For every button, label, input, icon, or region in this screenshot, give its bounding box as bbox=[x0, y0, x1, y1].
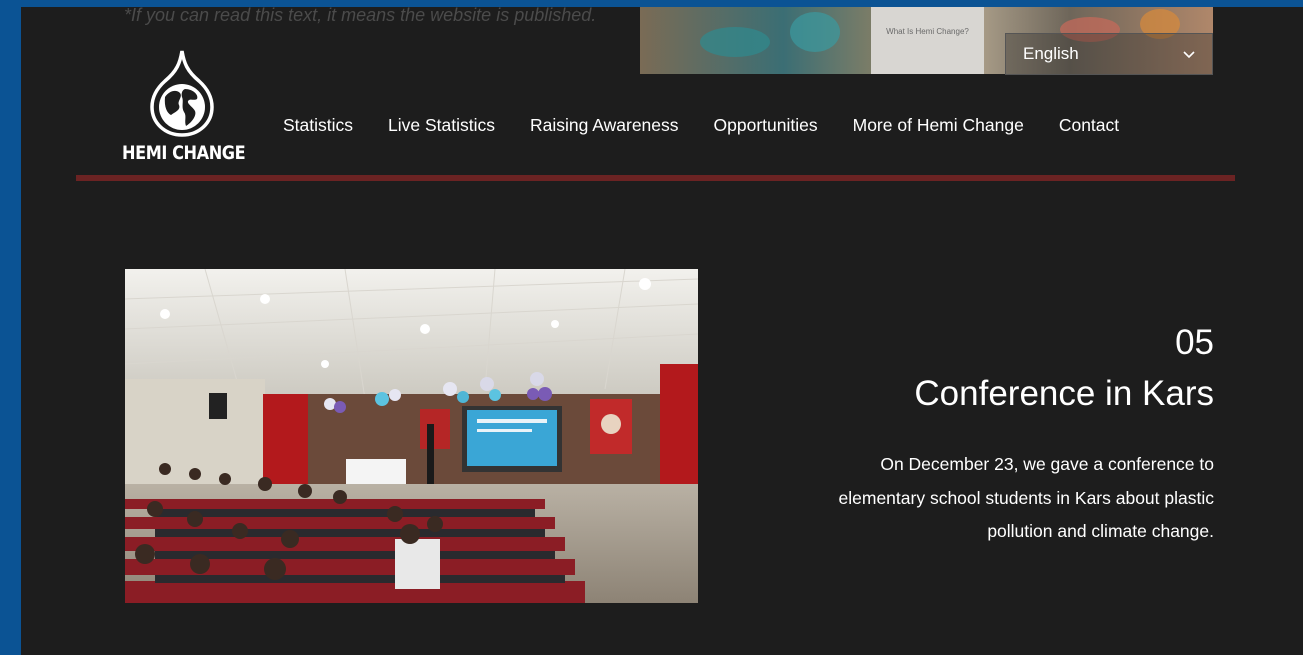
nav-item-live-statistics[interactable]: Live Statistics bbox=[388, 115, 495, 136]
droplet-globe-icon bbox=[150, 50, 214, 137]
main-nav: Statistics Live Statistics Raising Aware… bbox=[283, 115, 1119, 136]
nav-item-contact[interactable]: Contact bbox=[1059, 115, 1119, 136]
banner-card: What Is Hemi Change? bbox=[871, 7, 984, 74]
feature-title: Conference in Kars bbox=[914, 374, 1214, 413]
nav-divider bbox=[76, 175, 1235, 181]
conference-photo bbox=[125, 269, 698, 603]
feature-description: On December 23, we gave a conference to … bbox=[838, 454, 1214, 541]
language-select-value: English bbox=[1023, 44, 1079, 63]
feature-number: 05 bbox=[1175, 323, 1214, 362]
site-logo[interactable]: HEMI CHANGE bbox=[122, 49, 246, 165]
nav-item-raising-awareness[interactable]: Raising Awareness bbox=[530, 115, 679, 136]
nav-item-statistics[interactable]: Statistics bbox=[283, 115, 353, 136]
nav-item-more-of-hemi-change[interactable]: More of Hemi Change bbox=[853, 115, 1024, 136]
page: *If you can read this text, it means the… bbox=[21, 7, 1303, 655]
logo-text: HEMI CHANGE bbox=[122, 142, 246, 164]
nav-item-opportunities[interactable]: Opportunities bbox=[714, 115, 818, 136]
chevron-down-icon bbox=[1183, 51, 1195, 59]
language-select[interactable]: English bbox=[1005, 33, 1213, 75]
unpublished-notice: *If you can read this text, it means the… bbox=[124, 7, 597, 25]
banner-card-text: What Is Hemi Change? bbox=[886, 27, 969, 36]
